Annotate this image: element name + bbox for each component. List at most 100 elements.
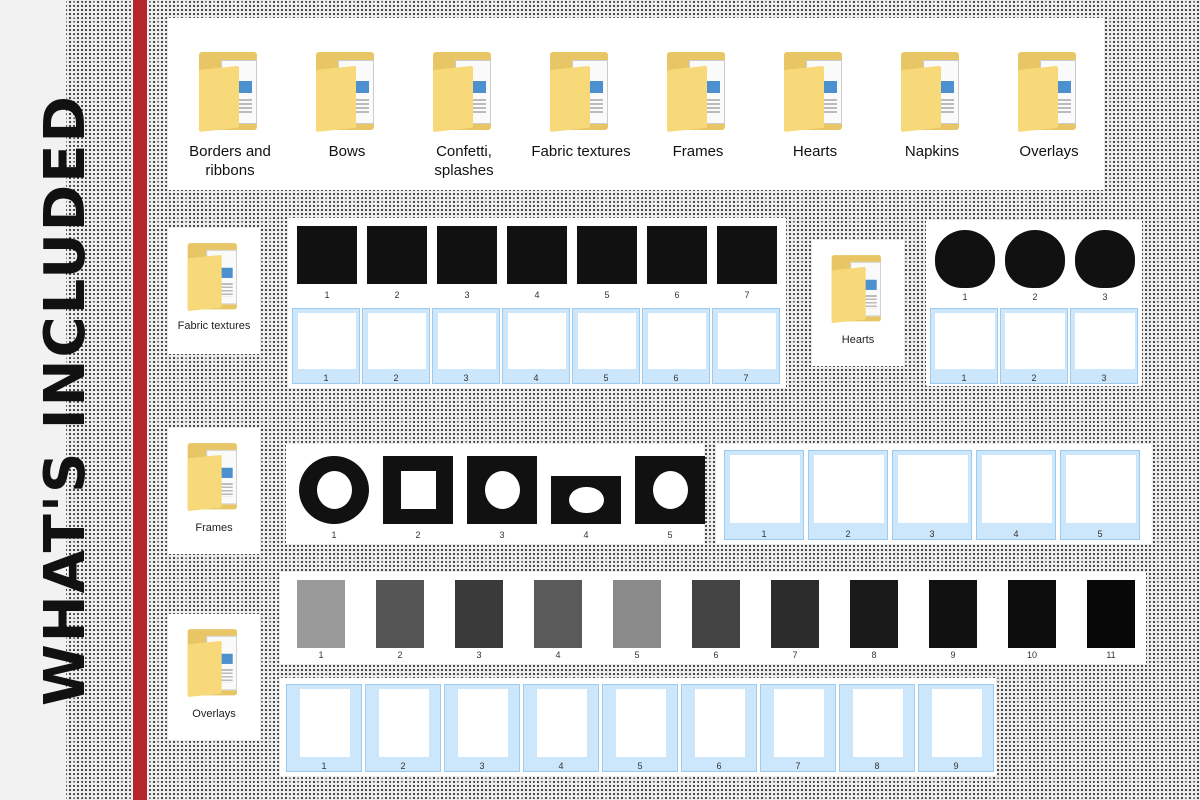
fabric-dark-thumb[interactable]: 3 [434,222,500,300]
overlays-light-thumb[interactable]: 5 [602,684,678,772]
fabric-light-thumb[interactable]: 7 [712,308,780,384]
overlays-light-thumb[interactable]: 6 [681,684,757,772]
hearts-light-thumb[interactable]: 2 [1000,308,1068,384]
overlays-folder-label: Overlays [192,708,236,720]
overlays-light-thumb[interactable]: 3 [444,684,520,772]
folder-icon [897,46,967,136]
thumbnail-image [932,689,982,757]
thumbnail-number: 7 [743,373,749,383]
frames-folder-tile[interactable]: Frames [168,428,260,554]
thumbnail-number: 5 [634,650,640,660]
fabric-light-thumb[interactable]: 2 [362,308,430,384]
overlays-dark-thumb[interactable]: 8 [837,576,911,660]
hearts-dark-thumb[interactable]: 3 [1072,226,1138,302]
overlays-dark-thumb[interactable]: 11 [1074,576,1148,660]
frames-dark-thumb[interactable]: 1 [294,452,374,540]
fabric-dark-thumb[interactable]: 6 [644,222,710,300]
frames-light-thumb[interactable]: 1 [724,450,804,540]
overlays-dark-thumb[interactable]: 9 [916,576,990,660]
thumbnail-image [730,455,800,523]
folder-frames[interactable]: Frames [648,46,748,161]
fabric-dark-thumb[interactable]: 4 [504,222,570,300]
frames-dark-thumb[interactable]: 4 [546,452,626,540]
folder-bows[interactable]: Bows [297,46,397,161]
overlays-light-thumb[interactable]: 2 [365,684,441,772]
hearts-light-thumb[interactable]: 3 [1070,308,1138,384]
fabric-dark-thumb[interactable]: 7 [714,222,780,300]
folder-label: Hearts [792,143,838,160]
frames-light-thumb[interactable]: 2 [808,450,888,540]
folder-fabric-textures[interactable]: Fabric textures [531,46,631,161]
frames-dark-thumb[interactable]: 5 [630,452,710,540]
thumbnail-number: 3 [499,530,505,540]
thumbnail-image [647,226,707,284]
thumbnail-image [297,226,357,284]
frames-dark-panel: 1 2 3 4 5 [286,444,705,544]
thumbnail-image [635,456,705,524]
overlays-light-thumb[interactable]: 8 [839,684,915,772]
fabric-light-thumb[interactable]: 4 [502,308,570,384]
overlays-dark-thumb[interactable]: 4 [521,576,595,660]
folder-label: Frames [672,143,724,160]
thumbnail-number: 5 [637,761,643,771]
frames-folder-label: Frames [195,522,233,534]
fabric-folder-tile[interactable]: Fabric textures [168,228,260,354]
fabric-light-thumb[interactable]: 1 [292,308,360,384]
overlays-dark-thumb[interactable]: 5 [600,576,674,660]
overlays-dark-thumb[interactable]: 6 [679,576,753,660]
frames-light-thumb[interactable]: 3 [892,450,972,540]
fabric-dark-thumb[interactable]: 1 [294,222,360,300]
thumbnail-image [1075,313,1135,369]
thumbnail-number: 6 [716,761,722,771]
thumbnail-image [455,580,503,648]
frames-light-thumb[interactable]: 5 [1060,450,1140,540]
thumbnail-image [853,689,903,757]
hearts-dark-thumb[interactable]: 2 [1002,226,1068,302]
folder-label: Napkins [904,143,960,160]
frames-light-panel: 1 2 3 4 5 [716,444,1152,544]
thumbnail-number: 1 [324,290,330,300]
overlays-dark-thumb[interactable]: 2 [363,576,437,660]
fabric-dark-thumb[interactable]: 5 [574,222,640,300]
overlays-dark-thumb[interactable]: 1 [284,576,358,660]
thumbnail-image [935,230,995,288]
thumbnail-image [437,226,497,284]
thumbnail-image [537,689,587,757]
frames-light-thumb[interactable]: 4 [976,450,1056,540]
frames-dark-thumb[interactable]: 3 [462,452,542,540]
folder-confetti-splashes[interactable]: Confetti, splashes [414,46,514,180]
thumbnail-number: 2 [394,290,400,300]
thumbnail-image [1008,580,1056,648]
frames-dark-thumb[interactable]: 2 [378,452,458,540]
overlays-dark-thumb[interactable]: 7 [758,576,832,660]
thumbnail-number: 6 [674,290,680,300]
folder-overlays[interactable]: Overlays [999,46,1099,161]
thumbnail-image [379,689,429,757]
overlays-dark-thumb[interactable]: 10 [995,576,1069,660]
hearts-folder-label: Hearts [841,334,875,346]
thumbnail-number: 3 [1102,292,1108,302]
overlays-light-thumb[interactable]: 1 [286,684,362,772]
fabric-light-thumb[interactable]: 6 [642,308,710,384]
folder-icon [184,238,244,315]
fabric-dark-thumb[interactable]: 2 [364,222,430,300]
red-accent-bar [133,0,147,800]
thumbnail-number: 1 [961,373,967,383]
thumbnail-number: 6 [673,373,679,383]
folder-hearts[interactable]: Hearts [765,46,865,161]
folder-label: Bows [328,143,366,160]
overlays-light-thumb[interactable]: 9 [918,684,994,772]
overlays-light-thumb[interactable]: 4 [523,684,599,772]
overlays-dark-thumb[interactable]: 3 [442,576,516,660]
overlays-light-thumb[interactable]: 7 [760,684,836,772]
hearts-folder-tile[interactable]: Hearts [812,240,904,366]
fabric-light-thumb[interactable]: 3 [432,308,500,384]
folder-borders-and-ribbons[interactable]: Borders and ribbons [180,46,280,180]
thumbnail-image [935,313,995,369]
folder-napkins[interactable]: Napkins [882,46,982,161]
overlays-folder-tile[interactable]: Overlays [168,614,260,740]
hearts-dark-thumb[interactable]: 1 [932,226,998,302]
fabric-light-thumb[interactable]: 5 [572,308,640,384]
hearts-light-thumb[interactable]: 1 [930,308,998,384]
thumbnail-number: 1 [331,530,337,540]
